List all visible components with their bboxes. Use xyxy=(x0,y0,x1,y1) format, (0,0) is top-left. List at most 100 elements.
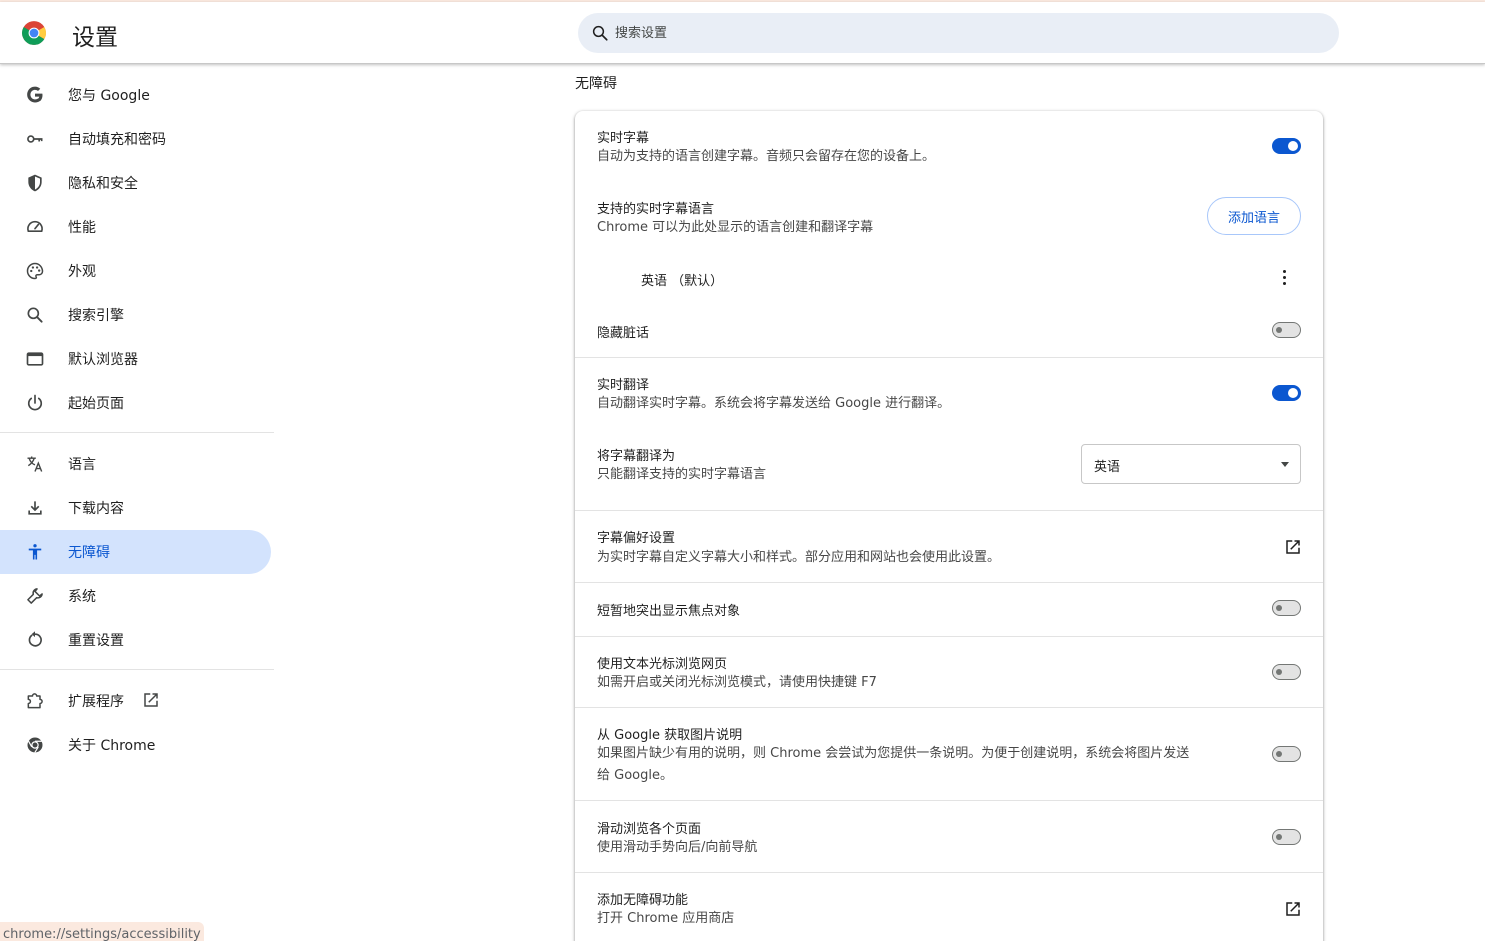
search-input[interactable] xyxy=(615,13,1315,53)
live-caption-title: 实时字幕 xyxy=(597,131,650,146)
live-translate-title: 实时翻译 xyxy=(597,378,650,393)
add-accessibility-title: 添加无障碍功能 xyxy=(597,893,689,908)
google-g-icon xyxy=(25,85,45,105)
sidebar-item-default-browser[interactable]: 默认浏览器 xyxy=(0,337,271,381)
swipe-navigation-title: 滑动浏览各个页面 xyxy=(597,822,702,837)
translate-to-title: 将字幕翻译为 xyxy=(597,449,676,464)
sidebar-item-label: 系统 xyxy=(68,589,96,605)
caret-browsing-title: 使用文本光标浏览网页 xyxy=(597,657,728,672)
sidebar-item-downloads[interactable]: 下载内容 xyxy=(0,486,271,530)
sidebar-item-label: 无障碍 xyxy=(68,545,110,561)
caption-languages-desc: Chrome 可以为此处显示的语言创建和翻译字幕 xyxy=(597,220,874,235)
open-in-new-icon[interactable] xyxy=(1284,900,1302,918)
sidebar-item-accessibility[interactable]: 无障碍 xyxy=(0,530,271,574)
sidebar-divider xyxy=(0,432,274,433)
sidebar-divider xyxy=(0,669,274,670)
live-caption-toggle[interactable] xyxy=(1272,138,1301,154)
mask-profanity-row[interactable]: 隐藏脏话 xyxy=(575,307,1323,355)
caption-languages-row: 支持的实时字幕语言 Chrome 可以为此处显示的语言创建和翻译字幕 添加语言 xyxy=(575,181,1323,241)
sidebar-item-label: 搜索引擎 xyxy=(68,308,124,324)
live-caption-row[interactable]: 实时字幕 自动为支持的语言创建字幕。音频只会留存在您的设备上。 xyxy=(575,111,1323,181)
caption-languages-title: 支持的实时字幕语言 xyxy=(597,202,715,217)
key-icon xyxy=(25,129,45,149)
caption-preferences-row[interactable]: 字幕偏好设置 为实时字幕自定义字幕大小和样式。部分应用和网站也会使用此设置。 xyxy=(575,511,1323,582)
sidebar-item-label: 默认浏览器 xyxy=(68,352,138,368)
shield-icon xyxy=(25,173,45,193)
image-descriptions-desc-line1: 如果图片缺少有用的说明，则 Chrome 会尝试为您提供一条说明。为便于创建说明… xyxy=(597,746,1190,761)
sidebar-item-system[interactable]: 系统 xyxy=(0,574,271,618)
language-list-item: 英语 （默认） xyxy=(575,256,1323,300)
extensions-label: 扩展程序 xyxy=(68,694,124,710)
sidebar-item-label: 隐私和安全 xyxy=(68,176,138,192)
sidebar-item-reset[interactable]: 重置设置 xyxy=(0,618,271,662)
accessibility-settings-card: 实时字幕 自动为支持的语言创建字幕。音频只会留存在您的设备上。 支持的实时字幕语… xyxy=(575,111,1323,941)
download-icon xyxy=(25,498,45,518)
mask-profanity-title: 隐藏脏话 xyxy=(597,326,650,341)
power-icon xyxy=(25,393,45,413)
image-descriptions-row[interactable]: 从 Google 获取图片说明 如果图片缺少有用的说明，则 Chrome 会尝试… xyxy=(575,708,1323,800)
add-accessibility-features-row[interactable]: 添加无障碍功能 打开 Chrome 应用商店 xyxy=(575,873,1323,941)
image-descriptions-title: 从 Google 获取图片说明 xyxy=(597,728,743,743)
caret-browsing-desc: 如需开启或关闭光标浏览模式，请使用快捷键 F7 xyxy=(597,675,877,690)
image-descriptions-toggle[interactable] xyxy=(1272,746,1301,762)
sidebar-item-you-and-google[interactable]: 您与 Google xyxy=(0,73,271,117)
language-item-label: 英语 （默认） xyxy=(641,274,724,289)
live-translate-toggle[interactable] xyxy=(1272,385,1301,401)
status-bar-url: chrome://settings/accessibility xyxy=(0,922,204,941)
sidebar-item-label: 性能 xyxy=(68,220,96,236)
sidebar-item-label: 外观 xyxy=(68,264,96,280)
sidebar-item-performance[interactable]: 性能 xyxy=(0,205,271,249)
search-icon xyxy=(592,25,608,41)
palette-icon xyxy=(25,261,45,281)
dropdown-arrow-icon xyxy=(1281,462,1289,467)
focus-highlight-title: 短暂地突出显示焦点对象 xyxy=(597,604,741,619)
select-value: 英语 xyxy=(1094,460,1121,475)
focus-highlight-row[interactable]: 短暂地突出显示焦点对象 xyxy=(575,583,1323,636)
reset-icon xyxy=(25,630,45,650)
wrench-icon xyxy=(25,586,45,606)
live-caption-desc: 自动为支持的语言创建字幕。音频只会留存在您的设备上。 xyxy=(597,149,936,164)
puzzle-icon xyxy=(25,691,45,711)
accessibility-icon xyxy=(25,542,45,562)
sidebar-item-label: 下载内容 xyxy=(68,501,124,517)
caret-browsing-row[interactable]: 使用文本光标浏览网页 如需开启或关闭光标浏览模式，请使用快捷键 F7 xyxy=(575,637,1323,707)
sidebar-item-label: 扩展程序 xyxy=(68,691,160,711)
add-accessibility-desc: 打开 Chrome 应用商店 xyxy=(597,911,735,926)
translate-language-select[interactable]: 英语 xyxy=(1081,444,1301,484)
caption-preferences-title: 字幕偏好设置 xyxy=(597,531,676,546)
browser-window-icon xyxy=(25,349,45,369)
sidebar-item-label: 自动填充和密码 xyxy=(68,132,166,148)
open-in-new-icon[interactable] xyxy=(1284,538,1302,556)
sidebar-item-about-chrome[interactable]: 关于 Chrome xyxy=(0,723,271,767)
search-box[interactable] xyxy=(578,13,1339,53)
sidebar-item-appearance[interactable]: 外观 xyxy=(0,249,271,293)
swipe-navigation-row[interactable]: 滑动浏览各个页面 使用滑动手势向后/向前导航 xyxy=(575,801,1323,872)
focus-highlight-toggle[interactable] xyxy=(1272,600,1301,616)
sidebar-item-search-engine[interactable]: 搜索引擎 xyxy=(0,293,271,337)
chrome-icon xyxy=(25,735,45,755)
sidebar-item-languages[interactable]: 语言 xyxy=(0,442,271,486)
sidebar-item-label: 关于 Chrome xyxy=(68,738,156,754)
more-actions-icon[interactable] xyxy=(1279,270,1289,288)
sidebar-item-autofill[interactable]: 自动填充和密码 xyxy=(0,117,271,161)
sidebar-item-label: 您与 Google xyxy=(68,88,150,104)
sidebar-item-privacy[interactable]: 隐私和安全 xyxy=(0,161,271,205)
sidebar-item-label: 语言 xyxy=(68,457,96,473)
open-in-new-icon xyxy=(144,693,158,707)
mask-profanity-toggle[interactable] xyxy=(1272,322,1301,338)
translate-to-desc: 只能翻译支持的实时字幕语言 xyxy=(597,467,767,482)
translate-to-row: 将字幕翻译为 只能翻译支持的实时字幕语言 英语 xyxy=(575,428,1323,508)
swipe-navigation-toggle[interactable] xyxy=(1272,829,1301,845)
section-title: 无障碍 xyxy=(575,76,617,92)
sidebar-item-label: 重置设置 xyxy=(68,633,124,649)
caret-browsing-toggle[interactable] xyxy=(1272,664,1301,680)
sidebar-nav: 您与 Google 自动填充和密码 隐私和安全 性能 外观 搜索引擎 默认浏览器… xyxy=(0,73,274,767)
image-descriptions-desc-line2: 给 Google。 xyxy=(597,768,673,783)
live-translate-row[interactable]: 实时翻译 自动翻译实时字幕。系统会将字幕发送给 Google 进行翻译。 xyxy=(575,358,1323,428)
live-translate-desc: 自动翻译实时字幕。系统会将字幕发送给 Google 进行翻译。 xyxy=(597,396,951,411)
caption-preferences-desc: 为实时字幕自定义字幕大小和样式。部分应用和网站也会使用此设置。 xyxy=(597,550,1001,565)
swipe-navigation-desc: 使用滑动手势向后/向前导航 xyxy=(597,840,758,855)
sidebar-item-on-startup[interactable]: 起始页面 xyxy=(0,381,271,425)
add-language-button[interactable]: 添加语言 xyxy=(1207,197,1301,235)
sidebar-item-extensions[interactable]: 扩展程序 xyxy=(0,679,271,723)
